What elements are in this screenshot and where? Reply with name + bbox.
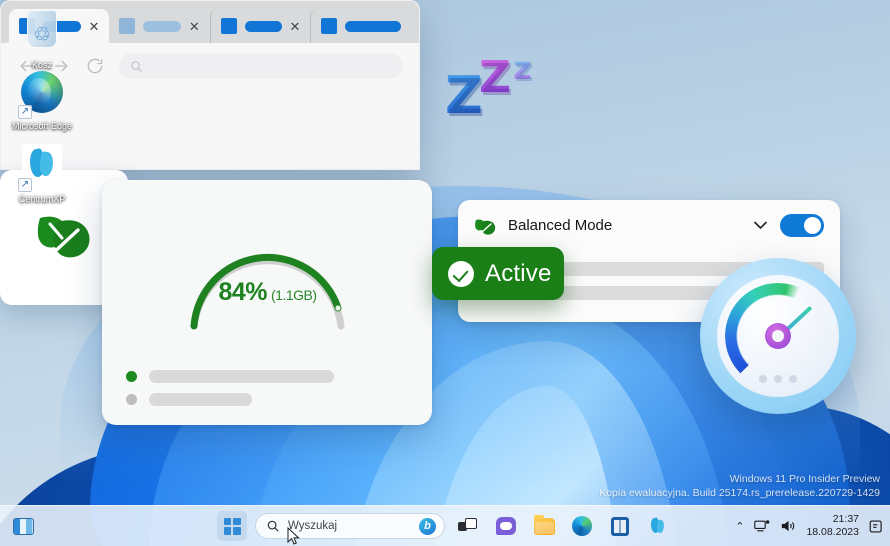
task-view-icon[interactable]: [453, 511, 483, 541]
z-glyph-medium: Z: [479, 52, 511, 103]
balanced-mode-row[interactable]: Balanced Mode: [458, 200, 840, 237]
desktop-icon-centrumxp[interactable]: ↗ CentrumXP: [6, 140, 78, 205]
status-dot-icon: [126, 371, 137, 382]
watermark-line-2: Kopia ewaluacyjna. Build 25174.rs_prerel…: [599, 487, 880, 499]
list-item: [126, 370, 334, 383]
placeholder-bar: [149, 370, 334, 383]
browser-tab[interactable]: [310, 9, 411, 43]
search-icon: [267, 520, 279, 532]
windows-watermark: Windows 11 Pro Insider Preview Kopia ewa…: [599, 472, 880, 500]
notification-icon[interactable]: [869, 519, 884, 534]
desktop-icon-label: CentrumXP: [18, 194, 66, 204]
centrumxp-icon: ↗: [18, 144, 66, 192]
check-circle-icon: [448, 260, 474, 287]
watermark-line-1: Windows 11 Pro Insider Preview: [729, 473, 880, 485]
chat-icon[interactable]: [491, 511, 521, 541]
z-glyph-large: Z: [445, 66, 483, 126]
chevron-down-icon[interactable]: [753, 218, 768, 233]
search-input[interactable]: Wyszukaj b: [255, 513, 445, 539]
centrumxp-icon[interactable]: [643, 511, 673, 541]
tab-title-placeholder: [345, 20, 401, 32]
gauge-hub: [765, 323, 791, 349]
search-placeholder: Wyszukaj: [288, 520, 338, 532]
energy-stats-card: 84% (1.1GB): [102, 180, 432, 425]
edge-icon[interactable]: [567, 511, 597, 541]
placeholder-bar: [149, 393, 252, 406]
browser-address-bar[interactable]: [119, 53, 403, 79]
tab-title-placeholder: [143, 20, 181, 32]
file-explorer-icon[interactable]: [529, 511, 559, 541]
gauge-dots: [759, 375, 797, 383]
speedometer-icon: [700, 258, 856, 414]
recycle-bin-icon: [18, 10, 66, 58]
list-item: [126, 393, 252, 406]
search-icon: [131, 60, 142, 72]
reload-icon[interactable]: [85, 56, 105, 76]
desktop-icon-recycle-bin[interactable]: Kosz: [6, 6, 78, 71]
clock[interactable]: 21:37 18.08.2023: [806, 513, 859, 539]
gauge-arc: [190, 253, 345, 330]
shortcut-arrow-icon: ↗: [18, 105, 32, 119]
shortcut-arrow-icon: ↗: [18, 178, 32, 192]
system-tray: ⌃ 21:37 18.08.2023: [735, 513, 884, 539]
balanced-mode-title: Balanced Mode: [508, 217, 613, 234]
desktop-icon-label: Microsoft Edge: [11, 121, 73, 131]
tab-favicon-icon: [321, 18, 338, 34]
edge-icon: ↗: [18, 71, 66, 119]
z-glyph-small: z: [513, 49, 532, 87]
status-badge-label: Active: [485, 259, 552, 287]
gauge-size-label: (1.1GB): [271, 287, 317, 303]
gauge-value: 84% (1.1GB): [218, 278, 317, 306]
clock-date: 18.08.2023: [806, 526, 859, 538]
leaf-icon: [475, 218, 496, 235]
volume-icon[interactable]: [780, 519, 796, 533]
browser-tab[interactable]: ✕: [109, 9, 209, 43]
microsoft-store-icon[interactable]: [605, 511, 635, 541]
tab-close-icon[interactable]: ✕: [290, 20, 301, 33]
balanced-mode-toggle[interactable]: [780, 214, 824, 237]
network-icon[interactable]: [754, 519, 770, 533]
browser-tab[interactable]: ✕: [209, 9, 311, 43]
taskbar: Wyszukaj b ⌃ 21:37 18.08.2023: [0, 505, 890, 546]
bing-icon[interactable]: b: [419, 517, 436, 535]
tray-expand-icon[interactable]: ⌃: [735, 520, 744, 533]
start-icon[interactable]: [217, 511, 247, 541]
desktop-icon-microsoft-edge[interactable]: ↗ Microsoft Edge: [6, 68, 78, 132]
status-badge: Active: [432, 247, 564, 300]
clock-time: 21:37: [832, 513, 859, 525]
status-dot-icon: [126, 394, 137, 405]
tab-close-icon[interactable]: ✕: [89, 20, 100, 33]
tab-close-icon[interactable]: ✕: [189, 20, 200, 33]
desktop-screen: Kosz ↗ Microsoft Edge ↗ CentrumXP Z Z z …: [0, 0, 890, 546]
tab-title-placeholder: [244, 20, 282, 32]
tab-favicon-icon: [119, 18, 136, 34]
memory-gauge: 84% (1.1GB): [180, 222, 355, 332]
tab-favicon-icon: [220, 18, 237, 34]
